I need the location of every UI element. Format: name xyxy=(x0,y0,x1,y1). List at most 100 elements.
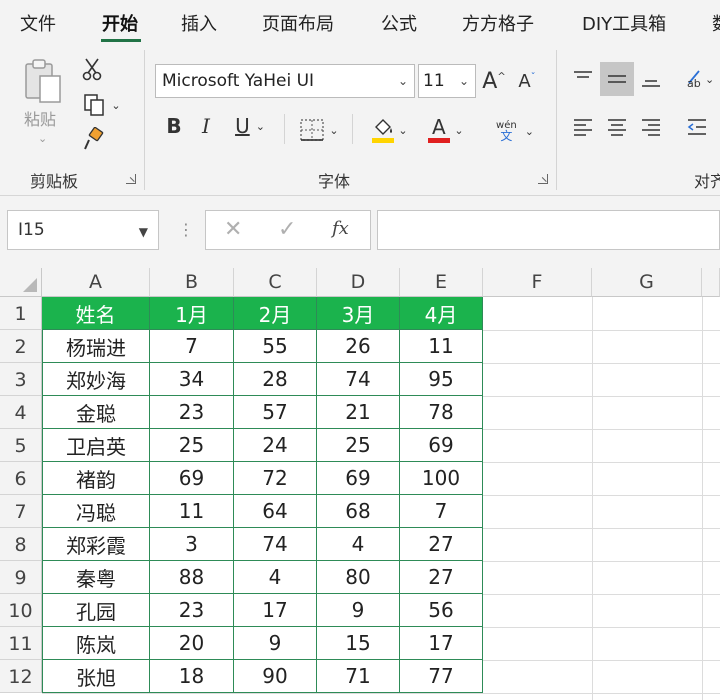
shrink-font-button[interactable]: Aˇ xyxy=(514,66,540,96)
table-cell[interactable]: 69 xyxy=(150,462,234,495)
table-cell[interactable]: 郑妙海 xyxy=(42,363,150,396)
table-cell[interactable]: 69 xyxy=(400,429,483,462)
bold-button[interactable]: B xyxy=(164,114,184,138)
table-cell[interactable]: 4 xyxy=(234,561,317,594)
table-cell[interactable]: 陈岚 xyxy=(42,627,150,660)
tab-file[interactable]: 文件 xyxy=(20,10,56,36)
table-cell[interactable]: 9 xyxy=(234,627,317,660)
table-cell[interactable]: 71 xyxy=(317,660,400,693)
table-cell[interactable]: 69 xyxy=(317,462,400,495)
borders-button[interactable]: ⌄ xyxy=(294,116,344,144)
paste-button[interactable] xyxy=(22,58,64,104)
align-right-button[interactable] xyxy=(636,112,666,142)
paste-dropdown-arrow[interactable]: ⌄ xyxy=(38,132,47,145)
table-cell[interactable]: 褚韵 xyxy=(42,462,150,495)
align-left-button[interactable] xyxy=(568,112,598,142)
formula-input[interactable] xyxy=(377,210,720,250)
table-cell[interactable]: 68 xyxy=(317,495,400,528)
font-color-button[interactable]: A ⌄ xyxy=(420,114,470,146)
table-cell[interactable]: 卫启英 xyxy=(42,429,150,462)
italic-button[interactable]: I xyxy=(196,114,216,138)
cut-button[interactable] xyxy=(80,56,104,82)
tab-fangfanggezi[interactable]: 方方格子 xyxy=(462,10,534,36)
row-header-11[interactable]: 11 xyxy=(0,627,42,660)
column-header-b[interactable]: B xyxy=(150,268,234,297)
table-cell[interactable]: 90 xyxy=(234,660,317,693)
table-cell[interactable]: 28 xyxy=(234,363,317,396)
bottom-align-button[interactable] xyxy=(636,64,666,94)
table-cell[interactable]: 11 xyxy=(400,330,483,363)
font-size-select[interactable]: 11 ⌄ xyxy=(418,64,476,98)
table-header-cell[interactable]: 3月 xyxy=(317,297,400,330)
table-cell[interactable]: 78 xyxy=(400,396,483,429)
row-header-12[interactable]: 12 xyxy=(0,660,42,693)
font-family-select[interactable]: Microsoft YaHei UI ⌄ xyxy=(155,64,415,98)
more-options-icon[interactable]: ⋮ xyxy=(178,220,194,239)
table-cell[interactable]: 15 xyxy=(317,627,400,660)
table-cell[interactable]: 88 xyxy=(150,561,234,594)
select-all-button[interactable] xyxy=(0,268,42,297)
table-cell[interactable]: 17 xyxy=(234,594,317,627)
table-header-cell[interactable]: 1月 xyxy=(150,297,234,330)
insert-function-button[interactable]: fx xyxy=(332,218,349,239)
phonetic-guide-button[interactable]: wén 文 ⌄ xyxy=(490,116,540,146)
row-header-2[interactable]: 2 xyxy=(0,330,42,363)
row-header-9[interactable]: 9 xyxy=(0,561,42,594)
row-header-10[interactable]: 10 xyxy=(0,594,42,627)
table-cell[interactable]: 55 xyxy=(234,330,317,363)
table-cell[interactable]: 95 xyxy=(400,363,483,396)
tab-home[interactable]: 开始 xyxy=(102,10,138,36)
table-cell[interactable]: 25 xyxy=(317,429,400,462)
table-cell[interactable]: 25 xyxy=(150,429,234,462)
row-header-6[interactable]: 6 xyxy=(0,462,42,495)
orientation-button[interactable]: ab ⌄ xyxy=(680,62,720,94)
row-header-5[interactable]: 5 xyxy=(0,429,42,462)
row-header-7[interactable]: 7 xyxy=(0,495,42,528)
table-cell[interactable]: 11 xyxy=(150,495,234,528)
underline-button[interactable]: U ⌄ xyxy=(228,114,272,138)
row-header-1[interactable]: 1 xyxy=(0,297,42,330)
table-cell[interactable]: 23 xyxy=(150,594,234,627)
row-header-4[interactable]: 4 xyxy=(0,396,42,429)
align-center-button[interactable] xyxy=(602,112,632,142)
table-cell[interactable]: 孔园 xyxy=(42,594,150,627)
table-cell[interactable]: 9 xyxy=(317,594,400,627)
table-cell[interactable]: 72 xyxy=(234,462,317,495)
table-header-cell[interactable]: 姓名 xyxy=(42,297,150,330)
font-launcher-icon[interactable] xyxy=(538,174,548,184)
table-cell[interactable]: 56 xyxy=(400,594,483,627)
table-header-cell[interactable]: 4月 xyxy=(400,297,483,330)
table-header-cell[interactable]: 2月 xyxy=(234,297,317,330)
table-cell[interactable]: 20 xyxy=(150,627,234,660)
table-cell[interactable]: 80 xyxy=(317,561,400,594)
tab-page-layout[interactable]: 页面布局 xyxy=(262,10,334,36)
table-cell[interactable]: 金聪 xyxy=(42,396,150,429)
table-cell[interactable]: 77 xyxy=(400,660,483,693)
column-header-c[interactable]: C xyxy=(234,268,317,297)
table-cell[interactable]: 4 xyxy=(317,528,400,561)
middle-align-button[interactable] xyxy=(600,62,634,96)
name-box[interactable]: I15 ▼ xyxy=(7,210,159,250)
row-header-3[interactable]: 3 xyxy=(0,363,42,396)
table-cell[interactable]: 3 xyxy=(150,528,234,561)
table-cell[interactable]: 74 xyxy=(234,528,317,561)
table-cell[interactable]: 21 xyxy=(317,396,400,429)
fill-color-button[interactable]: ⌄ xyxy=(364,114,414,146)
table-cell[interactable]: 张旭 xyxy=(42,660,150,693)
enter-check-icon[interactable]: ✓ xyxy=(278,217,296,242)
cancel-icon[interactable]: ✕ xyxy=(224,217,242,242)
table-cell[interactable]: 100 xyxy=(400,462,483,495)
format-painter-button[interactable] xyxy=(80,126,106,154)
tab-insert[interactable]: 插入 xyxy=(181,10,217,36)
column-header-e[interactable]: E xyxy=(400,268,483,297)
decrease-indent-button[interactable] xyxy=(682,112,712,142)
grow-font-button[interactable]: A^ xyxy=(481,66,507,96)
column-header-d[interactable]: D xyxy=(317,268,400,297)
table-cell[interactable]: 杨瑞进 xyxy=(42,330,150,363)
table-cell[interactable]: 27 xyxy=(400,561,483,594)
table-cell[interactable]: 26 xyxy=(317,330,400,363)
copy-button[interactable]: ⌄ xyxy=(78,92,126,118)
table-cell[interactable]: 57 xyxy=(234,396,317,429)
row-header-8[interactable]: 8 xyxy=(0,528,42,561)
tab-diy-toolbox[interactable]: DIY工具箱 xyxy=(582,10,666,36)
